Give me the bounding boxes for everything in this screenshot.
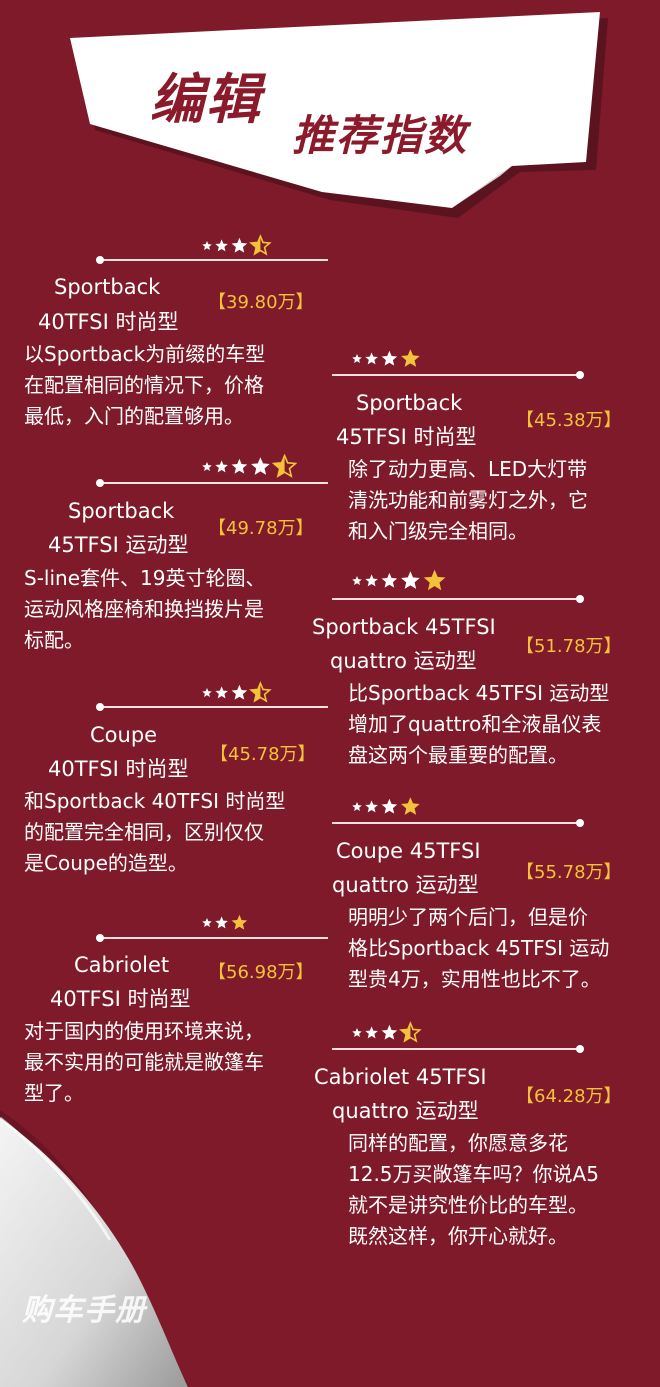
star-icon: [381, 1024, 398, 1040]
divider-line: [332, 371, 584, 379]
star-icon: [231, 237, 248, 253]
star-icon: [365, 352, 378, 365]
trim-price: 【49.78万】: [208, 518, 314, 539]
trim-price: 【45.38万】: [516, 410, 622, 431]
star-icon: [251, 457, 270, 475]
star-icon: [401, 797, 420, 815]
trim-description: 和Sportback 40TFSI 时尚型 的配置完全相同，区别仅仅 是Coupe的…: [24, 789, 286, 875]
star-icon: [365, 1026, 378, 1039]
rating-stars-svg: [352, 797, 420, 815]
star-icon: [423, 569, 446, 591]
trim-name-sub: 45TFSI 运动型: [48, 533, 189, 557]
trim-name-sub: 40TFSI 时尚型: [38, 310, 179, 334]
rating-stars: [196, 680, 306, 704]
trim-name-sub: 45TFSI 时尚型: [336, 425, 477, 449]
trim-name-sub: quattro 运动型: [332, 873, 479, 897]
divider-line: [96, 479, 328, 487]
divider-line: [332, 595, 584, 603]
star-icon: [365, 574, 378, 587]
rating-stars-svg: [352, 569, 446, 591]
star-icon: [352, 1028, 362, 1038]
star-icon: [231, 914, 248, 930]
trim-name: Coupe: [90, 723, 158, 747]
divider-line: [332, 1045, 584, 1053]
trim-price: 【45.78万】: [210, 744, 316, 765]
trim-description: 除了动力更高、LED大灯带 清洗功能和前雾灯之外，它 和入门级完全相同。: [348, 457, 588, 543]
star-icon: [352, 354, 362, 364]
trim-name: Sportback: [68, 499, 175, 523]
rating-stars-svg: [202, 453, 298, 478]
rating-stars: [346, 1020, 456, 1044]
trim-name: Cabriolet: [74, 953, 170, 977]
trim-name: Sportback: [54, 275, 161, 299]
rating-stars: [196, 453, 326, 478]
rating-stars-svg: [202, 914, 248, 930]
star-icon: [215, 686, 228, 699]
star-icon: [352, 576, 362, 586]
trim-description: 以Sportback为前缀的车型 在配置相同的情况下，价格 最低，入门的配置够用。: [24, 342, 266, 428]
trim-name: Cabriolet 45TFSI: [314, 1065, 487, 1089]
trim-name-sub: quattro 运动型: [332, 1099, 479, 1123]
star-icon: [202, 241, 212, 251]
trim-price: 【39.80万】: [208, 292, 314, 313]
star-icon: [202, 918, 212, 928]
trim-description: 对于国内的使用环境来说， 最不实用的可能就是敞篷车 型了。: [24, 1019, 264, 1105]
divider-line: [332, 819, 584, 827]
trim-name: Sportback 45TFSI: [312, 615, 496, 639]
trim-name-sub: 40TFSI 时尚型: [48, 757, 189, 781]
star-icon: [215, 916, 228, 929]
star-icon: [381, 798, 398, 814]
divider-line: [96, 934, 328, 942]
star-icon: [231, 684, 248, 700]
star-icon: [231, 458, 248, 474]
star-icon: [381, 572, 398, 588]
divider-line: [96, 256, 328, 264]
trim-description: 比Sportback 45TFSI 运动型 增加了quattro和全液晶仪表 盘这两…: [348, 681, 610, 767]
star-icon: [352, 802, 362, 812]
divider-line: [96, 703, 328, 711]
rating-stars-svg: [202, 234, 272, 256]
page-title: 编辑: [150, 68, 262, 131]
star-icon: [202, 462, 212, 472]
trim-name-sub: 40TFSI 时尚型: [50, 987, 191, 1011]
page-subtitle: 推荐指数: [292, 111, 469, 160]
trim-price: 【64.28万】: [516, 1086, 622, 1107]
star-icon: [401, 571, 420, 589]
rating-stars: [346, 794, 456, 818]
trim-description: 明明少了两个后门，但是价 格比Sportback 45TFSI 运动 型贵4万，实用…: [348, 905, 610, 991]
trim-name: Coupe 45TFSI: [336, 839, 481, 863]
rating-stars-svg: [352, 1021, 422, 1043]
star-icon: [381, 350, 398, 366]
star-icon: [202, 688, 212, 698]
trim-name-sub: quattro 运动型: [330, 649, 477, 673]
star-icon: [215, 460, 228, 473]
trim-price: 【51.78万】: [516, 636, 622, 657]
star-icon: [401, 349, 420, 367]
trim-price: 【55.78万】: [516, 862, 622, 883]
trim-price: 【56.98万】: [208, 962, 314, 983]
watermark-logo: 购车手册: [22, 1293, 146, 1328]
rating-stars-svg: [352, 349, 420, 367]
star-icon: [215, 239, 228, 252]
trim-description: S-line套件、19英寸轮圈、 运动风格座椅和换挡拨片是 标配。: [24, 566, 266, 652]
rating-stars-svg: [202, 681, 272, 703]
rating-stars: [346, 346, 456, 370]
trim-name: Sportback: [356, 391, 463, 415]
rating-stars: [196, 233, 306, 257]
rating-stars: [346, 568, 476, 592]
page-curl-decoration: [0, 1110, 190, 1387]
star-icon: [365, 800, 378, 813]
trim-description: 同样的配置，你愿意多花 12.5万买敞篷车吗？你说A5 就不是讲究性价比的车型。 既然…: [348, 1131, 599, 1248]
rating-stars: [196, 910, 286, 934]
